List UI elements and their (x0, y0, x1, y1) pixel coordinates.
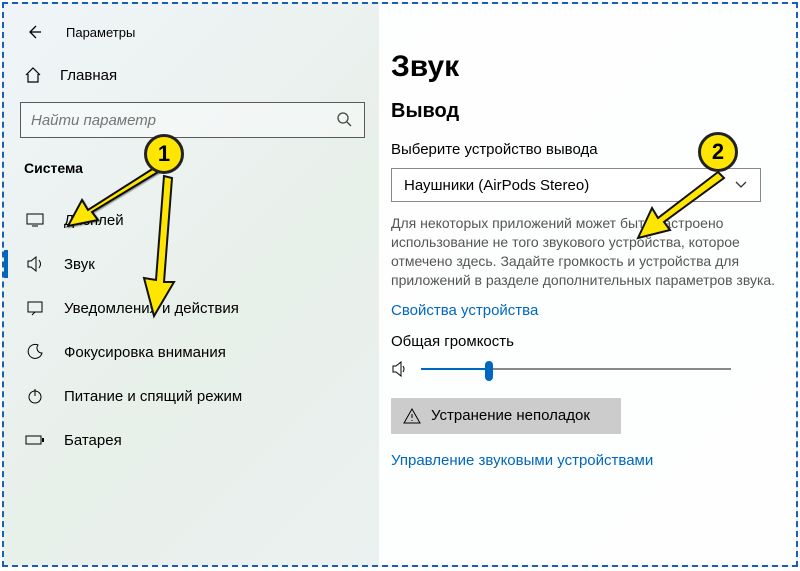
callout-badge-1: 1 (144, 134, 184, 174)
slider-thumb[interactable] (485, 361, 493, 381)
power-icon (24, 387, 46, 405)
slider-fill (421, 368, 489, 370)
back-button[interactable] (24, 22, 44, 42)
volume-icon[interactable] (391, 361, 409, 377)
nav-item-power[interactable]: Питание и спящий режим (4, 374, 379, 418)
page-title: Звук (391, 50, 796, 84)
home-icon (24, 66, 42, 84)
warning-icon (403, 408, 421, 424)
nav-label: Питание и спящий режим (64, 388, 242, 405)
display-icon (24, 213, 46, 227)
manage-devices-link[interactable]: Управление звуковыми устройствами (391, 452, 796, 469)
focus-icon (24, 343, 46, 361)
home-label: Главная (60, 67, 117, 84)
volume-slider[interactable] (421, 358, 731, 380)
content-pane: Звук Вывод Выберите устройство вывода На… (379, 4, 796, 565)
notify-icon (24, 300, 46, 316)
search-icon (336, 111, 354, 129)
volume-label: Общая громкость (391, 333, 796, 350)
nav-label: Звук (64, 256, 95, 273)
output-help-text: Для некоторых приложений может быть наст… (391, 214, 796, 290)
troubleshoot-button[interactable]: Устранение неполадок (391, 398, 621, 434)
callout-arrow-1b (124, 170, 194, 320)
window-title: Параметры (66, 25, 135, 40)
nav-label: Фокусировка внимания (64, 344, 226, 361)
troubleshoot-label: Устранение неполадок (431, 407, 590, 424)
nav-item-battery[interactable]: Батарея (4, 418, 379, 462)
search-box[interactable] (20, 102, 365, 138)
callout-badge-2: 2 (698, 132, 738, 172)
sound-icon (24, 256, 46, 272)
search-input[interactable] (31, 112, 336, 129)
chevron-down-icon (734, 180, 748, 190)
device-properties-link[interactable]: Свойства устройства (391, 302, 796, 319)
arrow-left-icon (26, 24, 42, 40)
callout-arrow-2 (634, 164, 734, 244)
battery-icon (24, 434, 46, 446)
output-header: Вывод (391, 100, 796, 123)
nav-item-focus[interactable]: Фокусировка внимания (4, 330, 379, 374)
nav-label: Батарея (64, 432, 122, 449)
home-link[interactable]: Главная (4, 60, 379, 102)
